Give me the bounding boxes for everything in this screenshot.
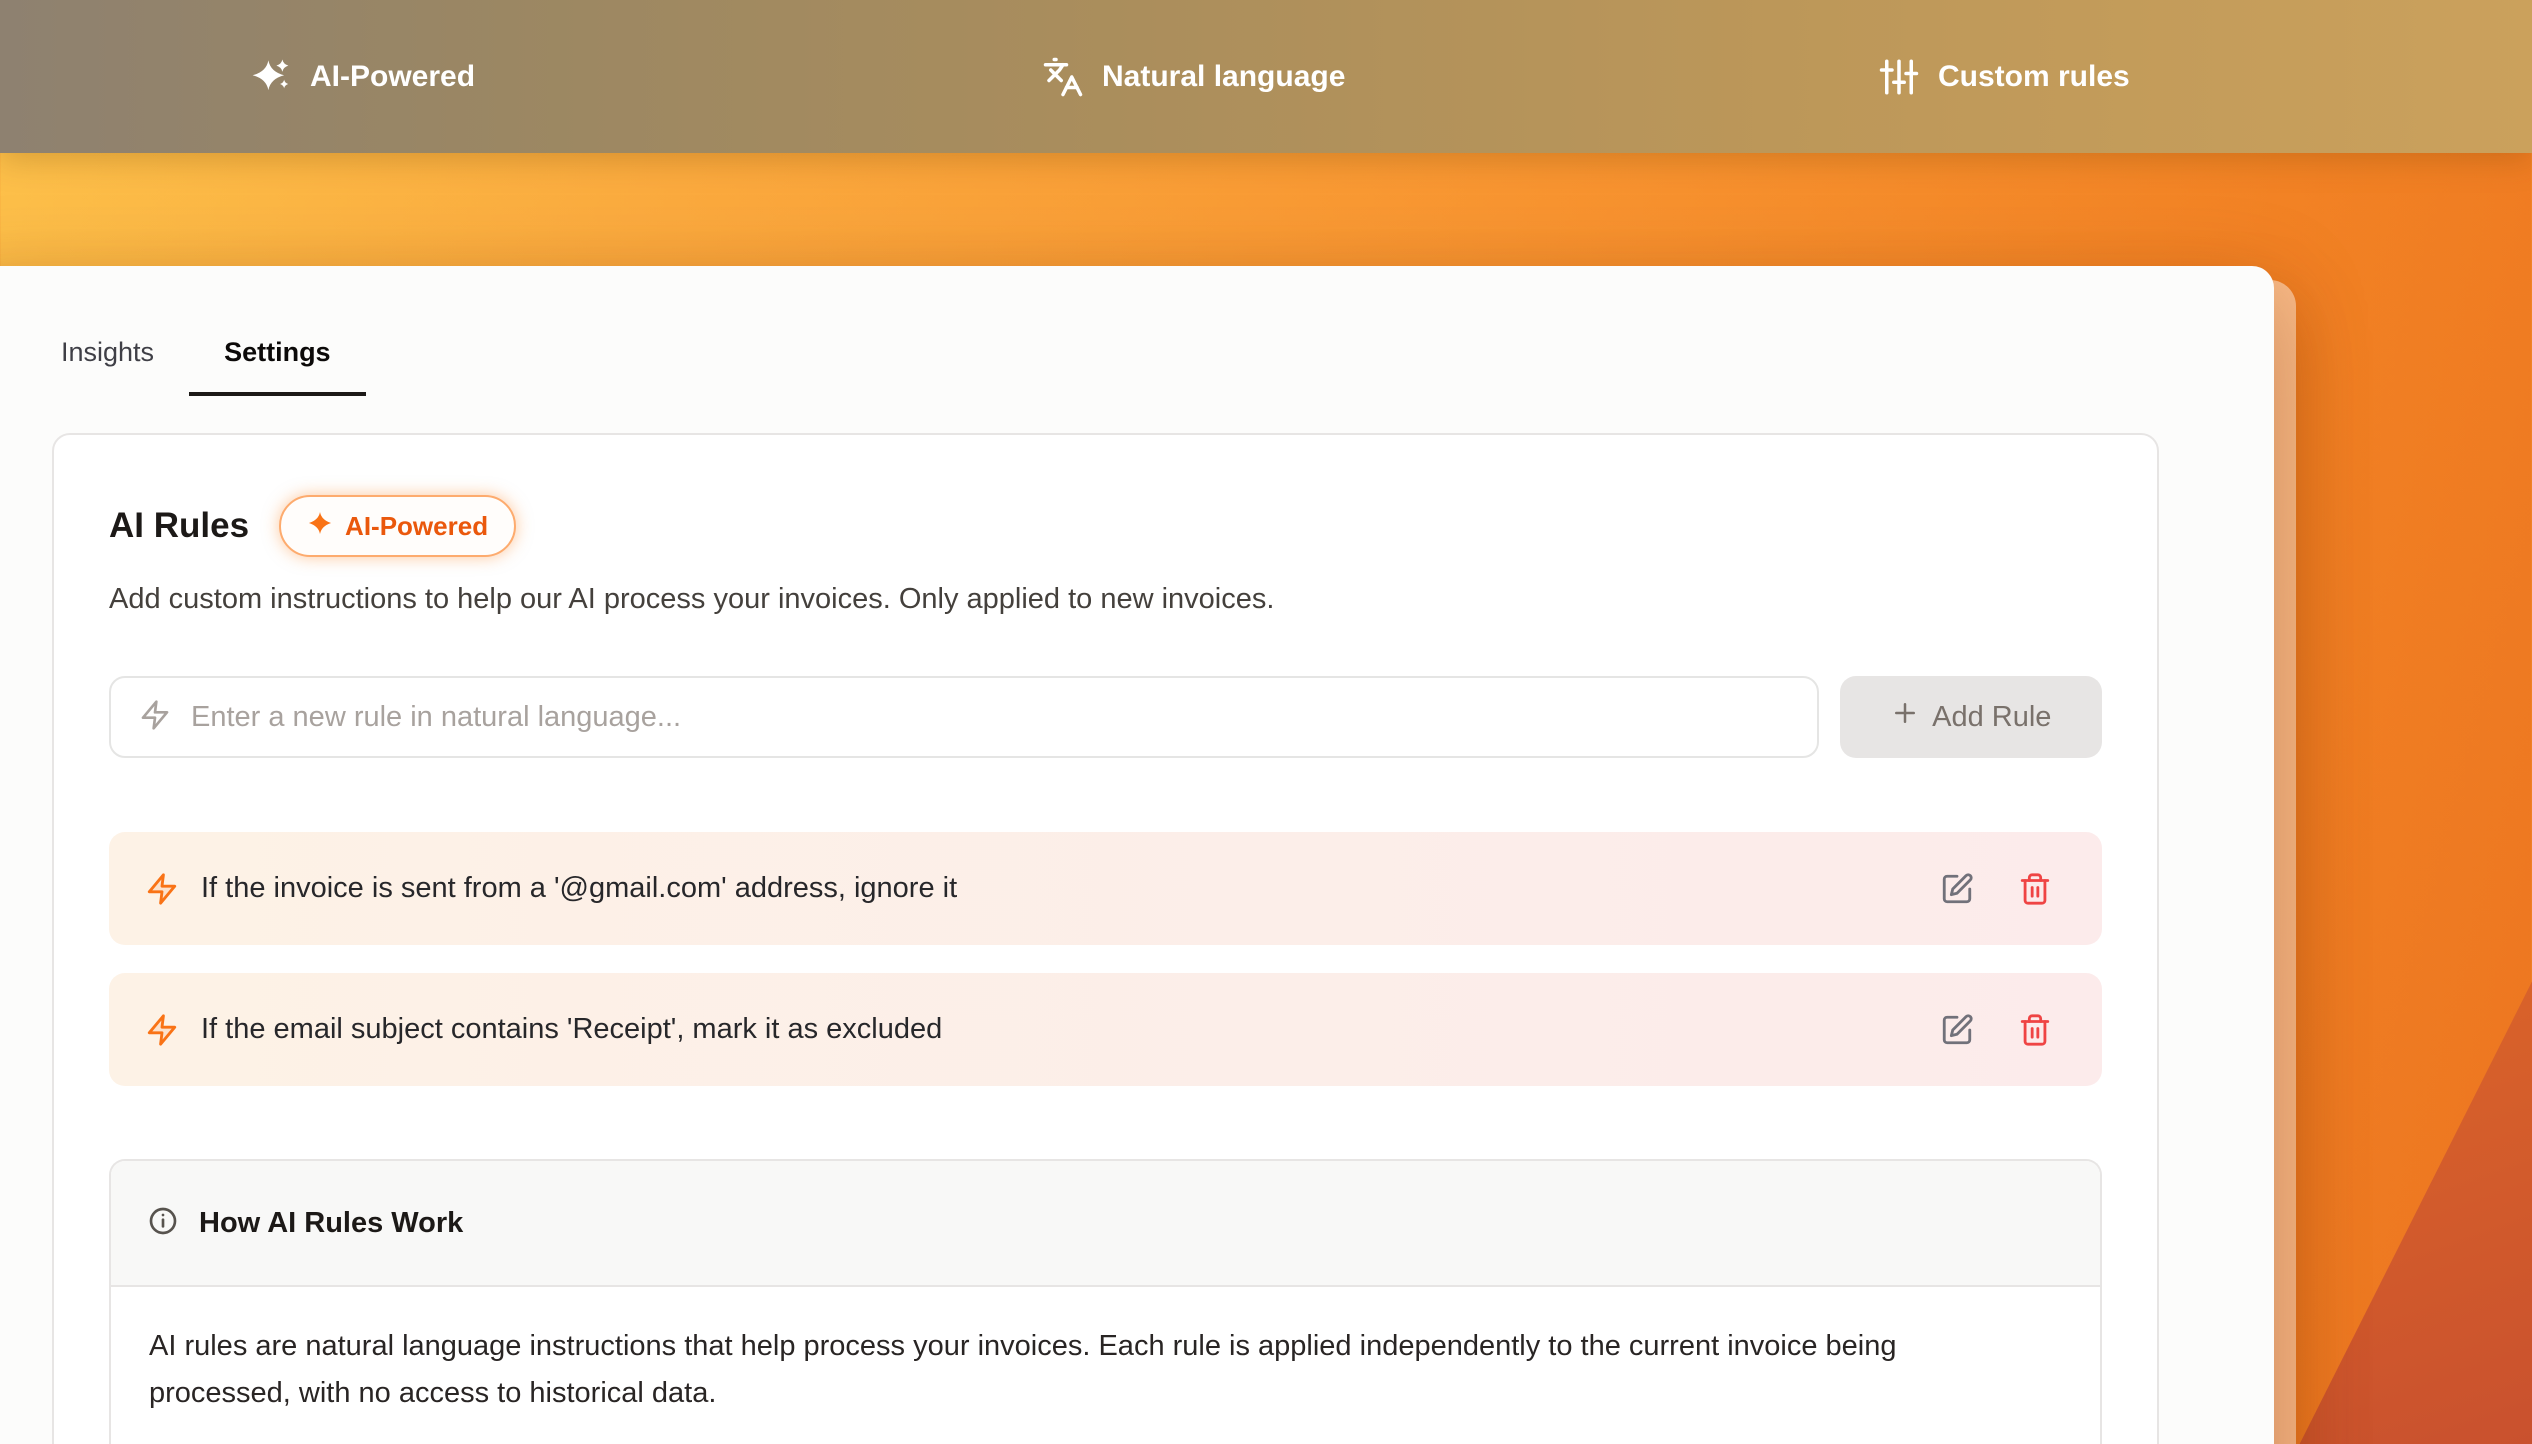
pencil-square-icon [1940, 872, 1974, 906]
zap-icon [145, 872, 179, 906]
info-title: How AI Rules Work [199, 1207, 463, 1240]
sliders-icon [1878, 56, 1920, 98]
feature-natural-language: Natural language [1042, 0, 1345, 153]
trash-icon [2018, 1013, 2052, 1047]
info-header: How AI Rules Work [111, 1161, 2100, 1287]
edit-rule-button[interactable] [1940, 1013, 1974, 1047]
plus-icon [1890, 698, 1920, 736]
tab-insights[interactable]: Insights [26, 266, 189, 396]
rules-list: If the invoice is sent from a '@gmail.co… [109, 832, 2102, 1086]
how-rules-work-box: How AI Rules Work AI rules are natural l… [109, 1159, 2102, 1444]
tab-settings[interactable]: Settings [189, 266, 366, 396]
app-window: Insights Settings AI Rules AI-Powered Ad… [0, 266, 2274, 1444]
tab-bar: Insights Settings [26, 266, 2274, 396]
tab-label: Settings [224, 337, 331, 368]
sparkles-icon [250, 56, 292, 98]
pencil-square-icon [1940, 1013, 1974, 1047]
new-rule-row: Add Rule [109, 676, 2102, 758]
trash-icon [2018, 872, 2052, 906]
rule-text: If the email subject contains 'Receipt',… [201, 1013, 1940, 1046]
info-icon [147, 1205, 179, 1242]
feature-label: Natural language [1102, 60, 1345, 94]
card-header: AI Rules AI-Powered [109, 495, 2102, 557]
rule-row: If the invoice is sent from a '@gmail.co… [109, 832, 2102, 945]
feature-label: Custom rules [1938, 60, 2130, 94]
new-rule-input[interactable] [191, 701, 1789, 734]
ai-powered-badge: AI-Powered [279, 495, 516, 557]
sparkle-icon [307, 510, 333, 543]
rule-text: If the invoice is sent from a '@gmail.co… [201, 872, 1940, 905]
badge-label: AI-Powered [345, 511, 488, 542]
feature-ai-powered: AI-Powered [250, 0, 475, 153]
translate-icon [1042, 56, 1084, 98]
card-description: Add custom instructions to help our AI p… [109, 583, 2102, 616]
rule-row: If the email subject contains 'Receipt',… [109, 973, 2102, 1086]
tab-label: Insights [61, 337, 154, 368]
edit-rule-button[interactable] [1940, 872, 1974, 906]
add-rule-label: Add Rule [1932, 701, 2051, 734]
info-body: AI rules are natural language instructio… [111, 1287, 2071, 1444]
new-rule-input-wrapper [109, 676, 1819, 758]
zap-icon [139, 699, 171, 736]
page-title: AI Rules [109, 506, 249, 546]
delete-rule-button[interactable] [2018, 1013, 2052, 1047]
feature-label: AI-Powered [310, 60, 475, 94]
feature-custom-rules: Custom rules [1878, 0, 2130, 153]
zap-icon [145, 1013, 179, 1047]
add-rule-button[interactable]: Add Rule [1840, 676, 2102, 758]
feature-bar: AI-Powered Natural language Custom rules [0, 0, 2532, 153]
ai-rules-card: AI Rules AI-Powered Add custom instructi… [52, 433, 2159, 1444]
delete-rule-button[interactable] [2018, 872, 2052, 906]
